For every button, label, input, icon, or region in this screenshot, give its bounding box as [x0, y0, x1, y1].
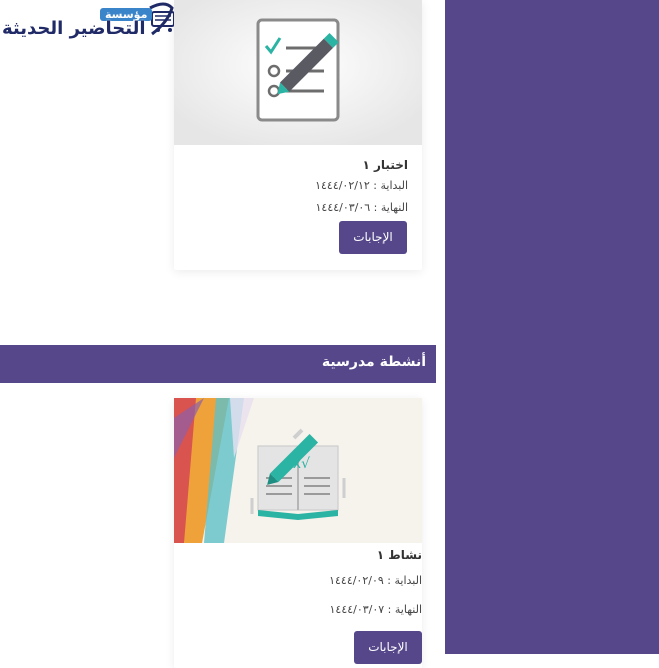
logo[interactable]: مؤسسة التحاضير الحديثة [0, 0, 182, 48]
answers-button[interactable]: الإجابات [339, 221, 407, 254]
section-title: أنشطة مدرسية [321, 354, 426, 370]
section-header: أنشطة مدرسية [0, 345, 436, 383]
book-pen-icon: √x [174, 398, 422, 543]
answers-button[interactable]: الإجابات [354, 631, 422, 664]
card-start-date: البداية : ١٤٤٤/٠٢/١٢ [315, 179, 408, 192]
exam-thumbnail [174, 0, 422, 145]
card-title: اختبار ١ [362, 158, 408, 172]
activity-thumbnail: √x [174, 398, 422, 543]
checklist-icon [174, 0, 422, 145]
card-start-date: البداية : ١٤٤٤/٠٢/٠٩ [329, 574, 422, 587]
exam-card: اختبار ١ البداية : ١٤٤٤/٠٢/١٢ النهاية : … [174, 0, 422, 270]
card-end-date: النهاية : ١٤٤٤/٠٣/٠٦ [315, 201, 409, 214]
activity-card: √x نشاط ١ البداية : ١٤٤٤/٠٢/٠٩ النهاية :… [174, 398, 422, 668]
card-title: نشاط ١ [376, 548, 422, 562]
right-sidebar-panel [445, 0, 659, 654]
card-end-date: النهاية : ١٤٤٤/٠٣/٠٧ [329, 603, 423, 616]
logo-name: التحاضير الحديثة [2, 18, 146, 39]
